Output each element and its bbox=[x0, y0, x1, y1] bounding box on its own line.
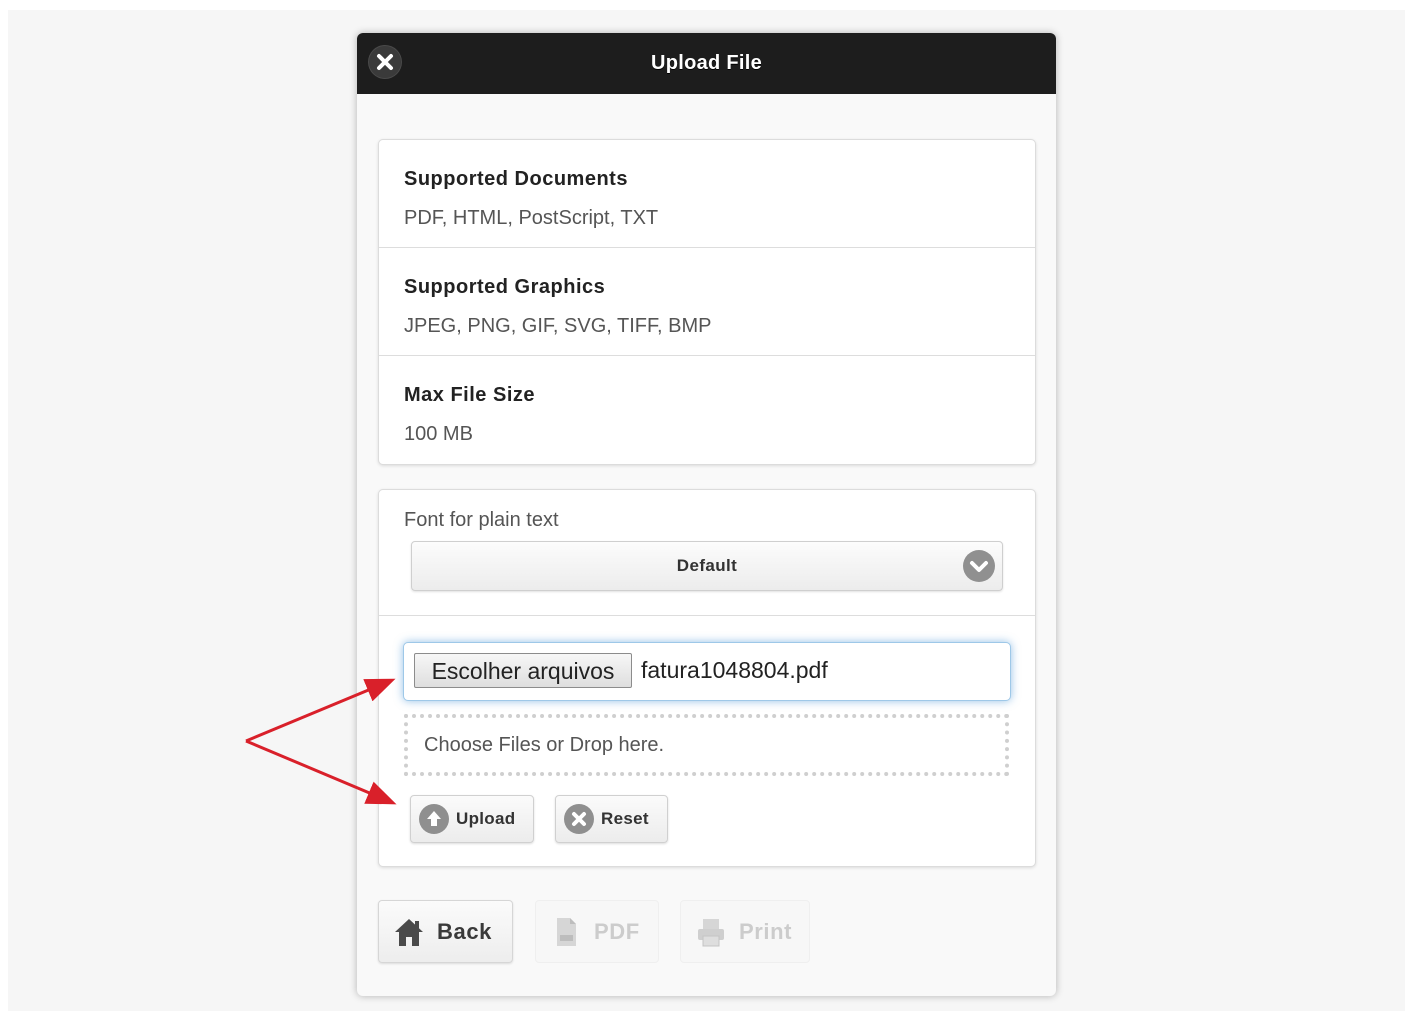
drop-zone[interactable]: Choose Files or Drop here. bbox=[404, 714, 1009, 776]
info-item-documents: Supported Documents PDF, HTML, PostScrip… bbox=[379, 140, 1035, 248]
info-item-graphics: Supported Graphics JPEG, PNG, GIF, SVG, … bbox=[379, 248, 1035, 356]
arrow-up-circle-icon bbox=[419, 804, 449, 834]
dialog-header: Upload File bbox=[357, 33, 1056, 94]
upload-button[interactable]: Upload bbox=[410, 795, 534, 843]
dialog-title: Upload File bbox=[650, 52, 763, 74]
reset-button[interactable]: Reset bbox=[555, 795, 668, 843]
drop-zone-text: Choose Files or Drop here. bbox=[424, 734, 665, 756]
font-select-value: Default bbox=[676, 556, 738, 575]
supported-info-list: Supported Documents PDF, HTML, PostScrip… bbox=[378, 139, 1036, 465]
info-heading: Max File Size bbox=[404, 384, 535, 406]
print-button[interactable]: Print bbox=[680, 900, 810, 963]
pdf-button[interactable]: PDF bbox=[535, 900, 659, 963]
info-value: 100 MB bbox=[404, 423, 473, 445]
font-label: Font for plain text bbox=[404, 509, 559, 531]
back-button[interactable]: Back bbox=[378, 900, 513, 963]
close-button[interactable] bbox=[369, 46, 401, 78]
close-icon bbox=[377, 54, 393, 70]
printer-icon bbox=[698, 919, 724, 947]
choose-files-button[interactable]: Escolher arquivos bbox=[414, 653, 632, 688]
upload-file-dialog: Upload File Supported Documents PDF, HTM… bbox=[357, 33, 1056, 996]
back-button-label: Back bbox=[437, 919, 492, 944]
info-item-max-size: Max File Size 100 MB bbox=[379, 356, 1035, 464]
reset-button-label: Reset bbox=[601, 809, 649, 828]
info-heading: Supported Graphics bbox=[404, 276, 606, 298]
document-icon bbox=[557, 918, 576, 946]
font-section: Font for plain text Default bbox=[379, 490, 1035, 616]
info-value: PDF, HTML, PostScript, TXT bbox=[404, 207, 659, 229]
print-button-label: Print bbox=[739, 919, 793, 944]
selected-file-name: fatura1048804.pdf bbox=[641, 657, 828, 683]
upload-button-label: Upload bbox=[456, 809, 516, 828]
info-heading: Supported Documents bbox=[404, 168, 628, 190]
upload-panel: Font for plain text Default Escolher arq… bbox=[378, 489, 1036, 867]
chevron-down-icon bbox=[963, 550, 995, 582]
file-input[interactable]: Escolher arquivos fatura1048804.pdf bbox=[403, 642, 1011, 701]
x-circle-icon bbox=[564, 804, 594, 834]
font-select[interactable]: Default bbox=[411, 541, 1003, 591]
home-icon bbox=[395, 919, 423, 946]
pdf-button-label: PDF bbox=[594, 919, 640, 944]
info-value: JPEG, PNG, GIF, SVG, TIFF, BMP bbox=[404, 315, 712, 337]
